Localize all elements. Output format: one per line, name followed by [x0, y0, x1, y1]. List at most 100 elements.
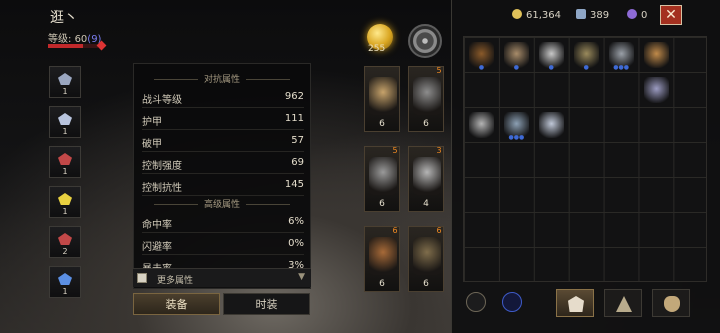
tab-bag-materials[interactable]: [604, 289, 642, 317]
socket-dots: ●: [583, 64, 589, 71]
stat-name: 控制抗性: [142, 183, 182, 194]
gear-slot[interactable]: 1: [49, 66, 81, 98]
pouch-icon: [664, 296, 680, 312]
character-name: 逛丶: [50, 10, 78, 26]
stat-row: 战斗等级 962: [142, 86, 304, 108]
inventory-item[interactable]: ●: [535, 38, 568, 72]
equipment-slot[interactable]: 6: [364, 66, 400, 132]
slot-count: 1: [62, 207, 68, 216]
scroll-currency: 389: [576, 9, 609, 21]
tab-fashion[interactable]: 时装: [223, 293, 310, 315]
inventory-panel: 61,364 389 0 ✕ ● ● ● ● ●●● ●●●: [451, 0, 720, 333]
gear-slot[interactable]: 2: [49, 226, 81, 258]
gem-icon: [58, 273, 72, 285]
gold-amount: 61,364: [526, 10, 561, 21]
item-icon: [643, 42, 669, 68]
stat-value: 69: [291, 157, 304, 168]
orb-amount: 0: [641, 10, 648, 21]
inventory-item[interactable]: ●●●: [500, 108, 533, 142]
stat-value: 6%: [288, 216, 304, 227]
orb-currency: 0: [627, 9, 647, 21]
inventory-item[interactable]: [640, 73, 673, 107]
enhance-level: 6: [423, 279, 429, 289]
equipment-slot[interactable]: 65: [364, 146, 400, 212]
equipment-item-icon: [369, 237, 397, 275]
slot-count: 1: [62, 87, 68, 96]
upgrade-badge: 6: [436, 226, 442, 235]
enhance-level: 4: [423, 199, 429, 209]
health-bar-fill: [48, 44, 83, 48]
gear-slot[interactable]: 1: [49, 186, 81, 218]
stat-name: 战斗等级: [142, 95, 182, 106]
slot-count: 2: [62, 247, 68, 256]
equipment-item-icon: [369, 77, 397, 115]
stat-name: 控制强度: [142, 161, 182, 172]
gear-slot[interactable]: 1: [49, 266, 81, 298]
tab-equipment[interactable]: 装备: [133, 293, 220, 315]
inventory-item[interactable]: [535, 108, 568, 142]
slot-count: 1: [62, 167, 68, 176]
inventory-grid[interactable]: ● ● ● ● ●●● ●●●: [463, 36, 707, 282]
slot-count: 1: [62, 287, 68, 296]
stat-name: 闪避率: [142, 242, 172, 253]
stat-row: 闪避率 0%: [142, 233, 304, 255]
stat-name: 破甲: [142, 139, 162, 150]
enhance-level: 6: [379, 279, 385, 289]
stat-value: 962: [284, 91, 304, 102]
enhance-level: 6: [379, 119, 385, 129]
equipment-slot[interactable]: 65: [408, 66, 444, 132]
pile-icon: [616, 296, 632, 312]
equipment-slot[interactable]: 43: [408, 146, 444, 212]
scroll-icon: [576, 9, 586, 19]
tab-bag-equipment[interactable]: [556, 289, 594, 317]
section-header-combat: 对抗属性: [134, 72, 310, 85]
blue-gem-icon[interactable]: [502, 292, 522, 312]
socket-dots: ●: [478, 64, 485, 71]
inventory-item[interactable]: ●: [570, 38, 603, 72]
equipment-item-icon: [413, 237, 441, 275]
item-icon: [469, 112, 494, 138]
enhance-level: 6: [423, 119, 429, 129]
equipment-slot[interactable]: 66: [408, 226, 444, 292]
inventory-item[interactable]: ●: [500, 38, 533, 72]
socket-dots: ●: [548, 64, 554, 71]
stat-row: 破甲 57: [142, 130, 304, 152]
upgrade-badge: 3: [436, 146, 442, 155]
dropdown-arrow-icon[interactable]: ▼: [298, 272, 305, 282]
equipment-item-icon: [413, 77, 441, 115]
section-header-advanced: 高级属性: [134, 197, 310, 210]
equipment-item-icon: [369, 157, 397, 195]
stat-row: 护甲 111: [142, 108, 304, 130]
upgrade-badge: 5: [436, 66, 442, 75]
stat-name: 护甲: [142, 117, 162, 128]
compass-icon[interactable]: [408, 24, 442, 58]
inventory-item[interactable]: ●: [465, 38, 498, 72]
stat-value: 57: [291, 135, 304, 146]
upgrade-badge: 5: [392, 146, 398, 155]
stat-value: 111: [284, 113, 304, 124]
more-attributes-checkbox[interactable]: [137, 273, 147, 283]
gold-orb-value: 255: [368, 44, 386, 54]
health-marker-icon: [96, 40, 107, 51]
tab-bag-items[interactable]: [652, 289, 690, 317]
target-icon[interactable]: [466, 292, 486, 312]
equipment-item-icon: [413, 157, 441, 195]
stat-row: 命中率 6%: [142, 211, 304, 233]
more-attributes-bar[interactable]: 更多属性 ▼: [133, 268, 311, 287]
stats-panel[interactable]: 对抗属性 战斗等级 962 护甲 111 破甲 57 控制强度 69 控制抗性 145 高级属性 …: [133, 63, 311, 289]
stat-row: 控制强度 69: [142, 152, 304, 174]
close-button[interactable]: ✕: [660, 5, 682, 25]
gem-icon: [58, 193, 72, 205]
gear-slot[interactable]: 1: [49, 146, 81, 178]
slot-count: 1: [62, 127, 68, 136]
inventory-item[interactable]: [465, 108, 498, 142]
gem-icon: [58, 73, 72, 85]
inventory-item[interactable]: ●●●: [605, 38, 638, 72]
equipment-slot[interactable]: 66: [364, 226, 400, 292]
stat-value: 0%: [288, 238, 304, 249]
gear-slot[interactable]: 1: [49, 106, 81, 138]
purple-orb-icon: [627, 9, 637, 19]
gem-icon: [58, 153, 72, 165]
socket-dots: ●: [513, 64, 520, 71]
inventory-item[interactable]: [640, 38, 673, 72]
